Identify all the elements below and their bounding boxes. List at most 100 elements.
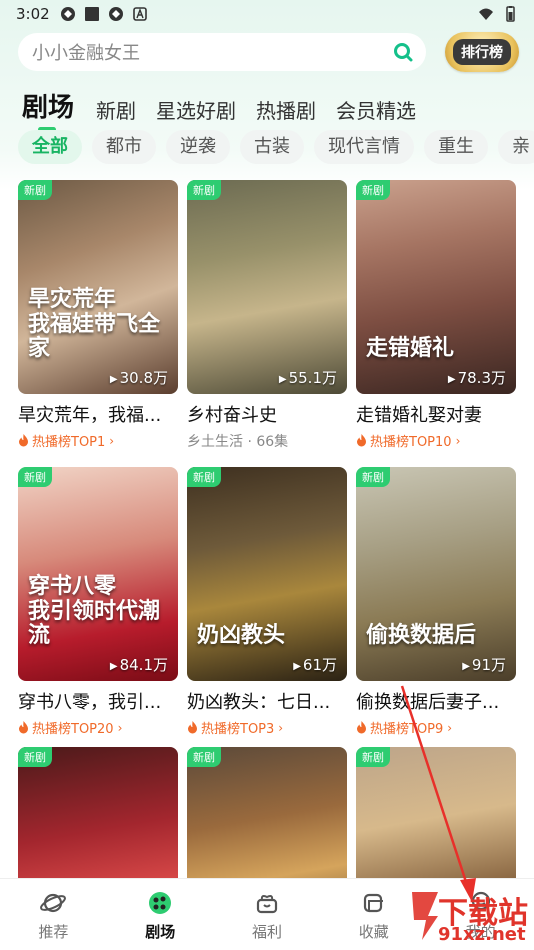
new-badge: 新剧	[356, 747, 390, 767]
drama-title[interactable]: 走错婚礼娶对妻	[356, 401, 516, 427]
square-notification-icon	[85, 7, 99, 21]
fire-icon	[19, 434, 28, 447]
chevron-right-icon: ›	[117, 720, 123, 735]
drama-card[interactable]: 新剧 55.1万 乡村奋斗史 乡土生活 · 66集	[187, 180, 347, 451]
poster-art-title: 奶凶教头	[197, 621, 286, 648]
chevron-right-icon: ›	[447, 720, 453, 735]
drama-poster[interactable]: 旱灾荒年 我福娃带飞全家 新剧 30.8万	[18, 180, 178, 394]
status-time: 3:02	[16, 5, 50, 23]
view-count: 91万	[462, 654, 506, 675]
app-notification-icon	[109, 7, 123, 21]
hot-rank-label: 热播榜TOP10	[370, 435, 452, 450]
status-right	[478, 6, 518, 22]
hot-rank[interactable]: 热播榜TOP3 ›	[187, 718, 347, 737]
new-badge: 新剧	[18, 747, 52, 767]
ranking-label: 排行榜	[453, 39, 511, 65]
hot-rank-label: 热播榜TOP9	[370, 722, 444, 737]
tab-member-picks[interactable]: 会员精选	[336, 95, 416, 124]
tab-hot-drama[interactable]: 热播剧	[256, 95, 316, 124]
drama-card[interactable]: 穿书八零 我引领时代潮流 新剧 84.1万 穿书八零，我引... 热播榜TOP2…	[18, 467, 178, 737]
poster-art-title: 偷换数据后	[366, 621, 477, 648]
nav-label: 推荐	[38, 923, 69, 941]
watermark-url: 91xz.net	[438, 924, 526, 945]
genre-filter: 全部 都市 逆袭 古装 现代言情 重生 亲	[18, 130, 534, 164]
drama-title[interactable]: 旱灾荒年，我福...	[18, 401, 178, 427]
nav-welfare[interactable]: 福利	[214, 879, 321, 950]
new-badge: 新剧	[187, 747, 221, 767]
chip-comeback[interactable]: 逆袭	[166, 130, 230, 164]
fire-icon	[357, 434, 366, 447]
hot-rank-label: 热播榜TOP1	[32, 435, 106, 450]
app-notification-icon	[61, 7, 75, 21]
poster-art-title: 旱灾荒年 我福娃带飞全家	[28, 286, 161, 361]
drama-title[interactable]: 穿书八零，我引...	[18, 688, 178, 714]
chevron-right-icon: ›	[278, 720, 284, 735]
collection-icon	[363, 893, 383, 913]
planet-icon	[40, 893, 67, 913]
fire-icon	[357, 721, 366, 734]
drama-title[interactable]: 偷换数据后妻子...	[356, 688, 516, 714]
new-badge: 新剧	[187, 467, 221, 487]
ranking-button[interactable]: 排行榜	[445, 32, 519, 72]
chip-modern-romance[interactable]: 现代言情	[314, 130, 414, 164]
nav-label: 剧场	[145, 923, 176, 941]
chip-urban[interactable]: 都市	[92, 130, 156, 164]
chip-rebirth[interactable]: 重生	[424, 130, 488, 164]
drama-poster[interactable]: 奶凶教头 新剧 61万	[187, 467, 347, 681]
search-icon[interactable]	[392, 41, 414, 63]
drama-meta: 乡土生活 · 66集	[187, 434, 289, 450]
search-bar[interactable]: 小小金融女王	[18, 33, 426, 71]
new-badge: 新剧	[356, 467, 390, 487]
fire-icon	[188, 721, 197, 734]
hot-rank[interactable]: 热播榜TOP9 ›	[356, 718, 516, 737]
nav-theater[interactable]: 剧场	[107, 879, 214, 950]
view-count: 55.1万	[279, 367, 337, 388]
view-count: 78.3万	[448, 367, 506, 388]
drama-card[interactable]: 奶凶教头 新剧 61万 奶凶教头：七日... 热播榜TOP3›	[187, 467, 347, 737]
new-badge: 新剧	[356, 180, 390, 200]
view-count: 30.8万	[110, 367, 168, 388]
hot-rank[interactable]: 热播榜TOP10 ›	[356, 431, 516, 450]
hot-rank-label: 热播榜TOP20	[32, 722, 114, 737]
search-placeholder: 小小金融女王	[32, 43, 140, 64]
tab-star-picks[interactable]: 星选好剧	[156, 95, 236, 124]
chip-all[interactable]: 全部	[18, 130, 82, 164]
gift-icon	[256, 895, 278, 914]
nav-label: 福利	[251, 923, 282, 941]
hot-rank[interactable]: 热播榜TOP20 ›	[18, 718, 178, 737]
new-badge: 新剧	[187, 180, 221, 200]
battery-icon	[506, 6, 515, 22]
drama-poster[interactable]: 穿书八零 我引领时代潮流 新剧 84.1万	[18, 467, 178, 681]
poster-art-title: 穿书八零 我引领时代潮流	[28, 573, 161, 648]
site-watermark: 下载站 91xz.net	[408, 880, 534, 950]
view-count: 61万	[293, 654, 337, 675]
category-tabs: 剧场 新剧 星选好剧 热播剧 会员精选	[22, 84, 436, 132]
status-icons	[60, 6, 148, 22]
poster-art-title: 走错婚礼	[366, 334, 455, 361]
chevron-right-icon: ›	[455, 433, 461, 448]
chip-costume[interactable]: 古装	[240, 130, 304, 164]
drama-title[interactable]: 乡村奋斗史	[187, 401, 347, 427]
hot-rank[interactable]: 热播榜TOP1 ›	[18, 431, 178, 450]
drama-card[interactable]: 旱灾荒年 我福娃带飞全家 新剧 30.8万 旱灾荒年，我福... 热播榜TOP1…	[18, 180, 178, 450]
wifi-icon	[479, 8, 493, 20]
chevron-right-icon: ›	[109, 433, 115, 448]
drama-poster[interactable]: 走错婚礼 新剧 78.3万	[356, 180, 516, 394]
drama-poster[interactable]: 偷换数据后 新剧 91万	[356, 467, 516, 681]
nav-recommend[interactable]: 推荐	[0, 879, 107, 950]
status-bar: 3:02	[0, 0, 534, 28]
a-notification-icon	[133, 7, 147, 21]
new-badge: 新剧	[18, 467, 52, 487]
drama-title[interactable]: 奶凶教头：七日...	[187, 688, 347, 714]
drama-card[interactable]: 走错婚礼 新剧 78.3万 走错婚礼娶对妻 热播榜TOP10›	[356, 180, 516, 450]
drama-poster[interactable]: 新剧 55.1万	[187, 180, 347, 394]
theater-icon	[149, 892, 172, 914]
new-badge: 新剧	[18, 180, 52, 200]
view-count: 84.1万	[110, 654, 168, 675]
tab-theater[interactable]: 剧场	[22, 87, 74, 132]
drama-card[interactable]: 偷换数据后 新剧 91万 偷换数据后妻子... 热播榜TOP9›	[356, 467, 516, 737]
nav-label: 收藏	[358, 923, 389, 941]
hot-rank-label: 热播榜TOP3	[201, 722, 275, 737]
tab-new-drama[interactable]: 新剧	[96, 95, 136, 124]
chip-family[interactable]: 亲	[498, 130, 534, 164]
